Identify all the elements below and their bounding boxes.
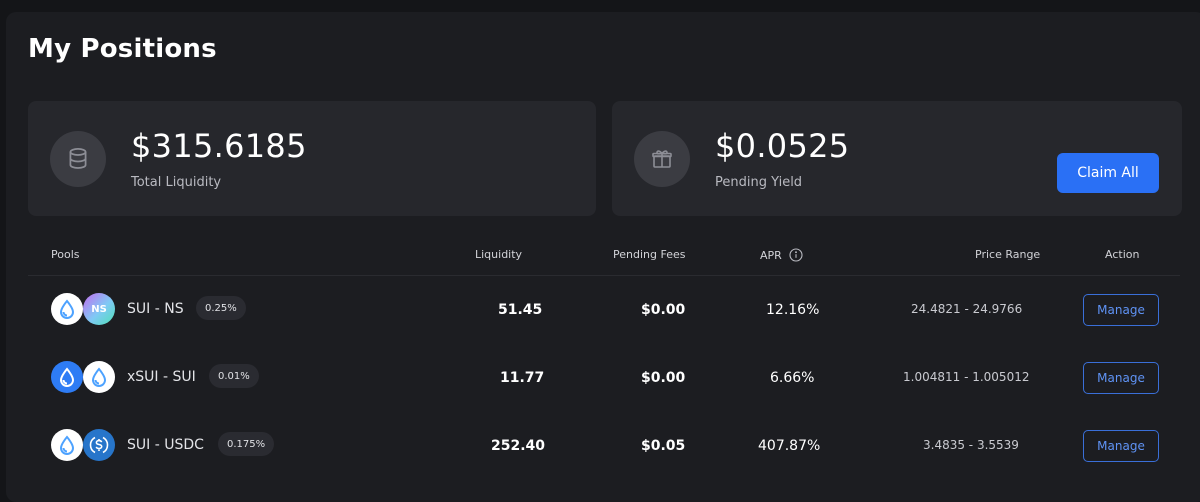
total-liquidity-label: Total Liquidity (131, 175, 222, 190)
gift-icon (634, 131, 690, 187)
total-liquidity-value: $315.6185 (131, 127, 307, 165)
header-apr: APR (760, 248, 803, 262)
liquidity-value: 11.77 (500, 370, 545, 386)
fee-badge: 0.175% (218, 432, 275, 456)
pool-pair: xSUI - SUI (127, 369, 196, 385)
positions-panel: My Positions $315.6185 Total Liquidity $… (6, 12, 1200, 502)
xsui-icon (51, 361, 83, 393)
manage-button[interactable]: Manage (1083, 362, 1159, 394)
info-icon[interactable] (789, 248, 803, 262)
price-range-value: 3.4835 - 3.5539 (923, 438, 1019, 452)
pending-fees-value: $0.00 (641, 370, 686, 386)
liquidity-value: 51.45 (498, 302, 543, 318)
table-row[interactable]: NS SUI - NS 0.25% 51.45 $0.00 12.16% 24.… (28, 276, 1180, 344)
pending-yield-label: Pending Yield (715, 175, 803, 190)
table-row[interactable]: SUI - USDC 0.175% 252.40 $0.05 407.87% 3… (28, 412, 1180, 480)
fee-badge: 0.01% (209, 364, 259, 388)
pending-fees-value: $0.05 (641, 438, 686, 454)
pool-pair: SUI - NS (127, 301, 184, 317)
liquidity-value: 252.40 (491, 438, 546, 454)
usdc-icon (83, 429, 115, 461)
apr-value: 407.87% (758, 438, 821, 454)
table-row[interactable]: xSUI - SUI 0.01% 11.77 $0.00 6.66% 1.004… (28, 344, 1180, 412)
sui-icon (51, 293, 83, 325)
page-title: My Positions (28, 34, 217, 64)
pending-yield-card: $0.0525 Pending Yield Claim All (612, 101, 1182, 216)
header-pools: Pools (51, 248, 80, 261)
header-action: Action (1105, 248, 1140, 261)
ns-icon: NS (83, 293, 115, 325)
total-liquidity-card: $315.6185 Total Liquidity (28, 101, 596, 216)
header-liquidity: Liquidity (475, 248, 523, 261)
manage-button[interactable]: Manage (1083, 294, 1159, 326)
sui-icon (51, 429, 83, 461)
header-price-range: Price Range (975, 248, 1041, 261)
manage-button[interactable]: Manage (1083, 430, 1159, 462)
claim-all-button[interactable]: Claim All (1057, 153, 1159, 193)
fee-badge: 0.25% (196, 296, 246, 320)
price-range-value: 1.004811 - 1.005012 (903, 370, 1030, 384)
header-pending-fees: Pending Fees (613, 248, 686, 261)
table-header: Pools Liquidity Pending Fees APR Price R… (28, 238, 1180, 276)
coins-stack-icon (50, 131, 106, 187)
header-apr-label: APR (760, 248, 782, 262)
pending-yield-value: $0.0525 (715, 127, 850, 165)
pending-fees-value: $0.00 (641, 302, 686, 318)
apr-value: 12.16% (766, 302, 820, 318)
pool-pair: SUI - USDC (127, 437, 204, 453)
sui-icon (83, 361, 115, 393)
price-range-value: 24.4821 - 24.9766 (911, 302, 1023, 316)
apr-value: 6.66% (770, 370, 815, 386)
